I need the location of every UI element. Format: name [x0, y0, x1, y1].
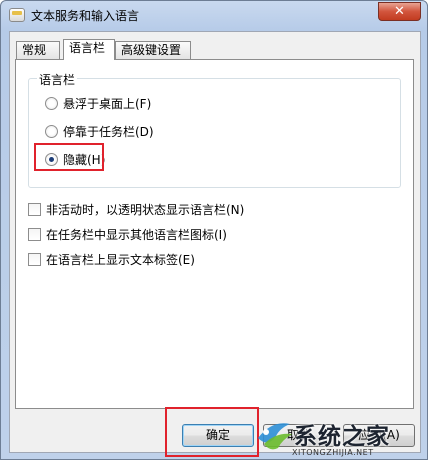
close-icon: ✕ — [394, 4, 405, 19]
tab-advanced-key-settings-label: 高级键设置 — [121, 43, 182, 57]
apply-button[interactable]: 应用(A) — [343, 424, 415, 447]
option-docked-in-taskbar-label: 停靠于任务栏(D) — [63, 124, 154, 139]
app-icon — [9, 8, 25, 22]
tab-language-bar[interactable]: 语言栏 — [63, 39, 115, 60]
dialog-client: 常规 语言栏 高级键设置 语言栏 悬浮于桌面上(F) 停靠于任务栏(D) 隐藏(… — [9, 31, 421, 453]
radio-docked-in-taskbar[interactable] — [45, 124, 58, 138]
option-float-on-desktop-label: 悬浮于桌面上(F) — [63, 96, 152, 111]
highlight-box-hidden-option — [34, 143, 104, 171]
group-label: 语言栏 — [37, 71, 78, 88]
tab-panel-language-bar: 语言栏 悬浮于桌面上(F) 停靠于任务栏(D) 隐藏(H) 非活动时，以透明状态… — [15, 59, 414, 409]
cancel-button[interactable]: 取消 — [263, 424, 335, 447]
check-show-extra-icons-label: 在任务栏中显示其他语言栏图标(I) — [46, 227, 227, 242]
option-float-on-desktop[interactable]: 悬浮于桌面上(F) — [45, 95, 151, 111]
check-show-text-labels[interactable]: 在语言栏上显示文本标签(E) — [28, 251, 195, 267]
language-bar-group: 语言栏 悬浮于桌面上(F) 停靠于任务栏(D) 隐藏(H) — [28, 71, 401, 188]
tab-language-bar-label: 语言栏 — [69, 41, 106, 55]
tab-general-label: 常规 — [22, 43, 47, 57]
check-show-extra-icons[interactable]: 在任务栏中显示其他语言栏图标(I) — [28, 226, 227, 242]
dialog-window: 文本服务和输入语言 ✕ 常规 语言栏 高级键设置 语言栏 悬浮于桌面上(F) 停… — [0, 0, 428, 460]
tab-general[interactable]: 常规 — [16, 41, 60, 59]
title-bar[interactable]: 文本服务和输入语言 ✕ — [1, 1, 427, 29]
checkbox-show-text-labels[interactable] — [28, 252, 41, 266]
cancel-button-label: 取消 — [286, 428, 311, 442]
check-transparent-when-inactive[interactable]: 非活动时，以透明状态显示语言栏(N) — [28, 201, 244, 217]
option-docked-in-taskbar[interactable]: 停靠于任务栏(D) — [45, 123, 154, 139]
check-show-text-labels-label: 在语言栏上显示文本标签(E) — [46, 252, 195, 267]
check-transparent-when-inactive-label: 非活动时，以透明状态显示语言栏(N) — [46, 202, 245, 217]
checkbox-transparent-when-inactive[interactable] — [28, 202, 41, 216]
radio-float-on-desktop[interactable] — [45, 96, 58, 110]
highlight-box-ok-button — [165, 407, 259, 457]
apply-button-label: 应用(A) — [358, 428, 400, 442]
checkbox-show-extra-icons[interactable] — [28, 227, 41, 241]
close-button[interactable]: ✕ — [378, 2, 421, 21]
tab-advanced-key-settings[interactable]: 高级键设置 — [115, 41, 191, 59]
window-title: 文本服务和输入语言 — [31, 9, 140, 23]
